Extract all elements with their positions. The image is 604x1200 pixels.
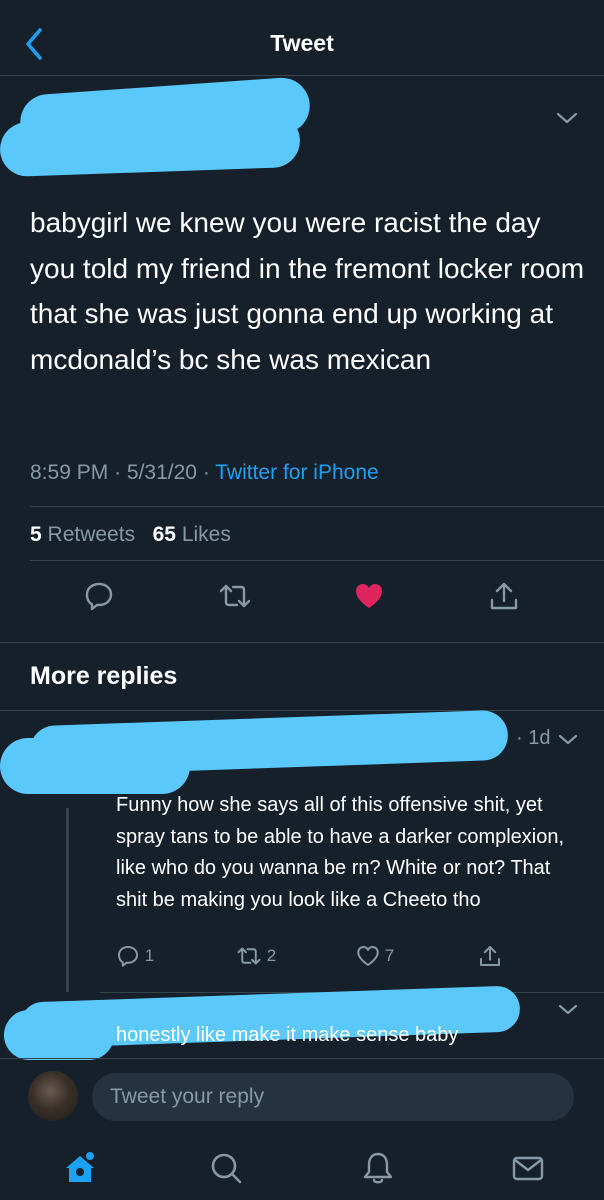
heart-icon	[357, 946, 379, 966]
redacted-reply2-avatar	[4, 1010, 114, 1060]
reply-button[interactable]	[83, 580, 115, 612]
reply-share-button[interactable]	[478, 944, 502, 970]
tab-messages[interactable]	[508, 1148, 548, 1188]
search-icon	[211, 1153, 242, 1184]
redacted-reply-avatar	[0, 738, 190, 794]
more-replies-heading: More replies	[30, 662, 178, 690]
reply-likes-count: 7	[384, 946, 395, 965]
home-icon	[66, 1152, 94, 1182]
retweets-count: 5	[30, 523, 42, 546]
reply-retweets-count: 2	[266, 946, 277, 965]
share-icon	[490, 582, 518, 610]
bottom-tab-bar	[0, 1140, 604, 1200]
tweet-date: 5/31/20	[126, 461, 197, 484]
reply-reply-button[interactable]: 1	[116, 944, 154, 970]
divider	[30, 560, 604, 561]
redacted-author-handle	[0, 112, 301, 178]
tweet-source-link[interactable]: Twitter for iPhone	[215, 461, 378, 484]
bell-icon	[363, 1152, 393, 1184]
retweet-icon	[237, 947, 261, 965]
mail-icon	[512, 1156, 544, 1181]
tweet-text: babygirl we knew you were racist the day…	[30, 207, 585, 375]
tweet-time: 8:59 PM	[30, 461, 109, 484]
chevron-down-icon	[556, 112, 578, 124]
share-icon	[480, 946, 500, 966]
like-button[interactable]	[353, 580, 385, 612]
reply-timestamp: · 1d	[516, 727, 551, 749]
reply-text: honestly like make it make sense baby	[116, 1024, 459, 1046]
reply-like-button[interactable]: 7	[356, 944, 394, 970]
reply-input[interactable]	[92, 1073, 574, 1121]
tab-home[interactable]	[60, 1148, 100, 1188]
likes-label[interactable]: Likes	[182, 523, 231, 546]
top-nav-bar: Tweet	[0, 0, 604, 76]
meta-separator: ·	[202, 461, 216, 484]
retweets-label[interactable]: Retweets	[48, 523, 136, 546]
tab-notifications[interactable]	[358, 1148, 398, 1188]
likes-count: 65	[152, 523, 176, 546]
page-title: Tweet	[270, 30, 334, 56]
divider	[0, 642, 604, 643]
avatar[interactable]	[28, 1071, 78, 1121]
divider	[30, 506, 604, 507]
chevron-down-icon	[558, 1004, 578, 1015]
reply2-options-button[interactable]	[556, 1000, 580, 1020]
tweet-options-button[interactable]	[554, 108, 580, 128]
tweet-metadata: 8:59 PM · 5/31/20 · Twitter for iPhone	[30, 461, 379, 485]
tab-search[interactable]	[206, 1148, 246, 1188]
meta-separator: ·	[114, 461, 127, 484]
divider	[0, 710, 604, 711]
reply-composer	[0, 1058, 604, 1140]
reply-icon	[118, 946, 138, 967]
tweet-stats: 5 Retweets 65 Likes	[30, 523, 231, 547]
chevron-down-icon	[558, 734, 578, 745]
share-button[interactable]	[488, 580, 520, 612]
retweet-button[interactable]	[218, 580, 251, 612]
retweet-icon	[219, 584, 251, 608]
heart-icon	[356, 584, 382, 608]
reply-retweet-button[interactable]: 2	[236, 944, 276, 970]
reply-options-button[interactable]	[556, 730, 580, 750]
reply-text: Funny how she says all of this offensive…	[116, 794, 565, 911]
reply-icon	[85, 582, 113, 611]
reply-replies-count: 1	[144, 946, 155, 965]
thread-line	[66, 808, 69, 992]
